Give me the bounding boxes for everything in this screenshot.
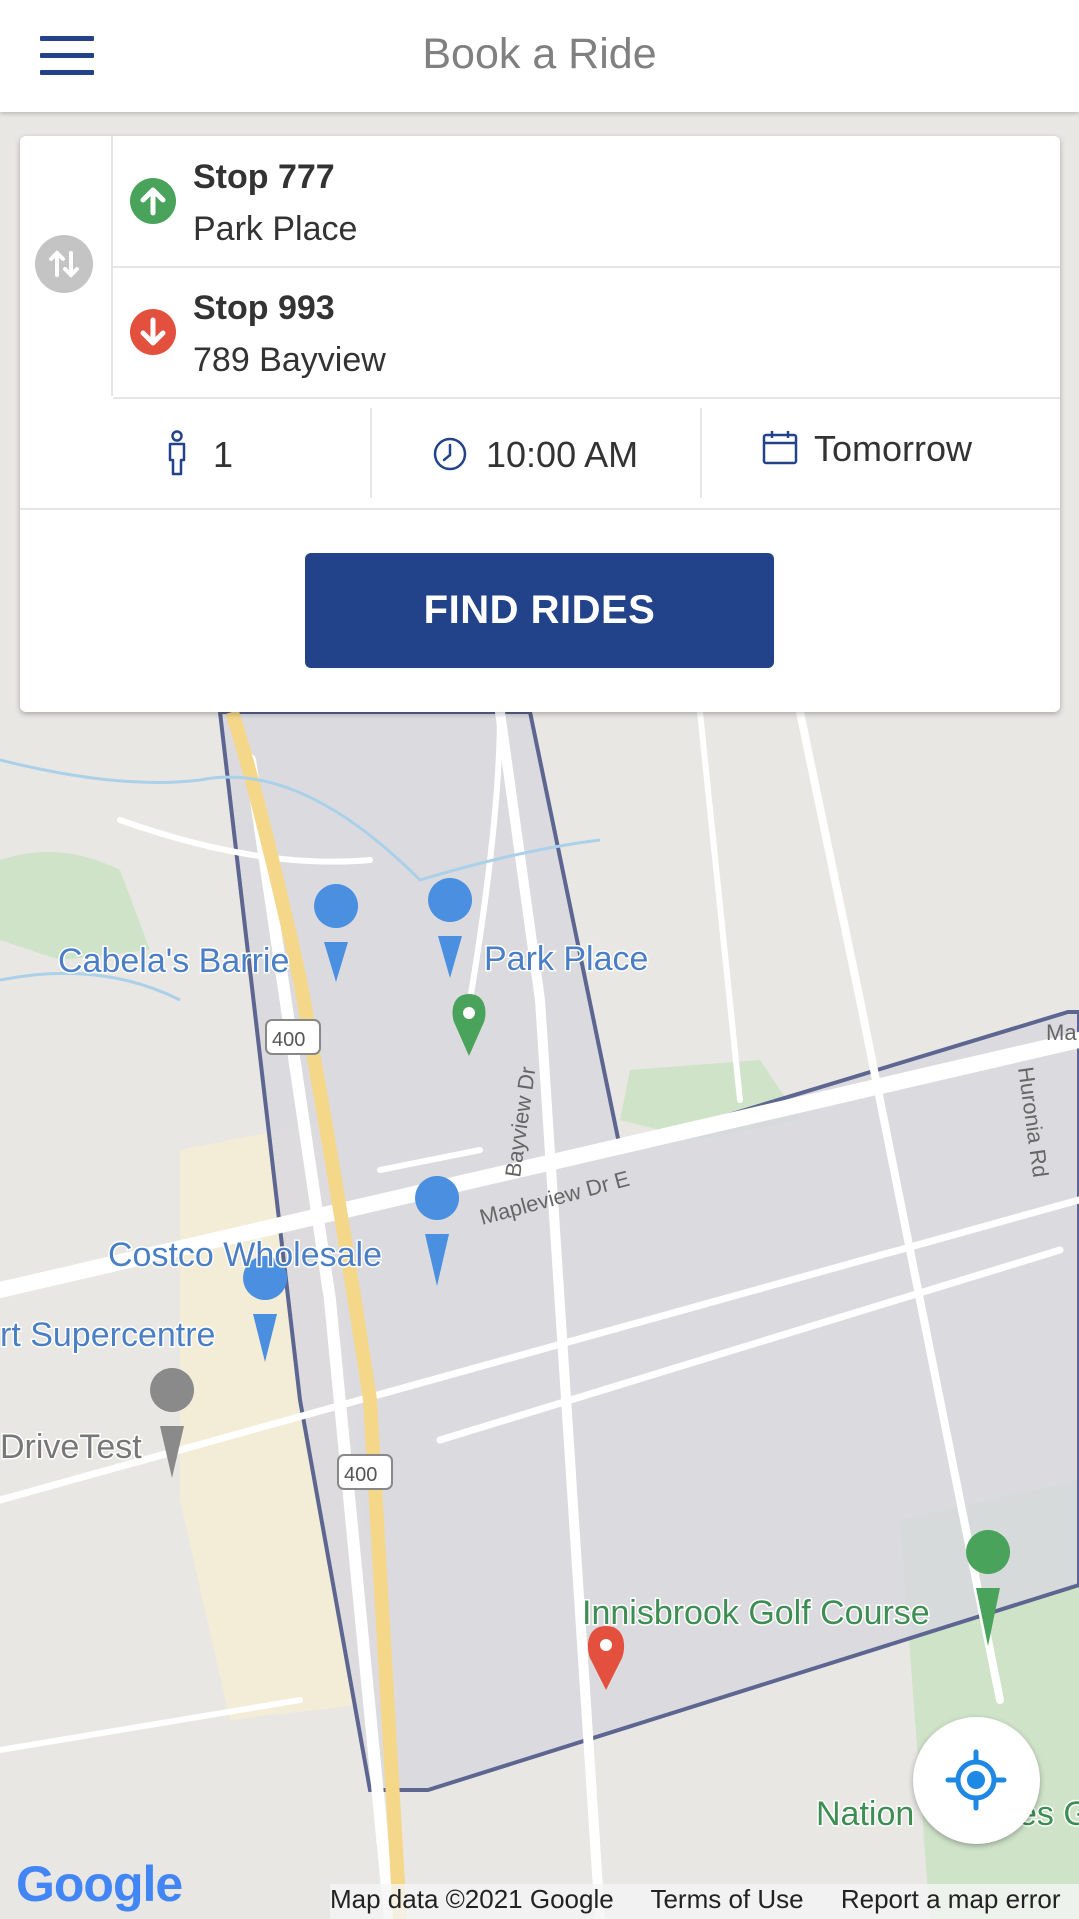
place-label-cabelas[interactable]: Cabela's Barrie (57, 941, 291, 982)
report-map-error-link[interactable]: Report a map error (841, 1884, 1061, 1914)
terms-of-use-link[interactable]: Terms of Use (650, 1884, 803, 1914)
dropoff-arrow-down-icon (130, 309, 176, 355)
place-label-drivetest[interactable]: DriveTest (0, 1427, 144, 1468)
find-rides-button[interactable]: FIND RIDES (305, 553, 774, 668)
trip-options-bar: 1 10:00 AM Tomorrow (20, 398, 1060, 510)
map-data-text: Map data ©2021 Google (330, 1884, 614, 1914)
google-logo: Google (16, 1855, 183, 1913)
highway-shield-icon: 400 (337, 1454, 393, 1490)
map-attribution: Map data ©2021 Google Terms of Use Repor… (330, 1884, 1079, 1919)
highway-label-bottom: 400 (344, 1464, 377, 1486)
date-selector[interactable]: Tomorrow (702, 398, 1060, 508)
clock-icon (433, 437, 467, 471)
swap-icon (49, 250, 79, 278)
date-value: Tomorrow (814, 428, 973, 469)
pickup-stop-row[interactable]: Stop 777 Park Place (113, 136, 1060, 268)
booking-card: Stop 777 Park Place Stop 993 789 Bayview… (20, 136, 1060, 712)
time-value: 10:00 AM (486, 434, 639, 475)
dropoff-stop-row[interactable]: Stop 993 789 Bayview (113, 267, 1060, 399)
place-label-costco[interactable]: Costco Wholesale (107, 1235, 384, 1276)
highway-label-top: 400 (272, 1029, 305, 1051)
place-label-supercentre[interactable]: rt Supercentre (0, 1315, 217, 1356)
pickup-arrow-up-icon (130, 178, 176, 224)
calendar-icon (762, 431, 798, 465)
place-label-park-place[interactable]: Park Place (483, 939, 650, 980)
my-location-button[interactable] (913, 1717, 1040, 1844)
time-selector[interactable]: 10:00 AM (372, 398, 700, 508)
passenger-count-value: 1 (213, 434, 234, 475)
swap-stops-button[interactable] (35, 235, 93, 293)
pickup-stop-name: Stop 777 (193, 158, 335, 196)
road-label-ma: Ma (1046, 1020, 1077, 1045)
crosshair-icon (945, 1749, 1007, 1811)
place-label-national[interactable]: Nation (815, 1794, 916, 1835)
dropoff-stop-name: Stop 993 (193, 289, 335, 327)
app-bar: Book a Ride (0, 0, 1079, 112)
dropoff-stop-address: 789 Bayview (193, 341, 386, 379)
highway-shield-icon: 400 (265, 1019, 321, 1055)
passenger-count-selector[interactable]: 1 (20, 398, 370, 508)
pickup-stop-address: Park Place (193, 210, 358, 248)
person-icon (168, 430, 186, 476)
google-logo-text: Google (16, 1856, 183, 1912)
page-title: Book a Ride (422, 30, 657, 78)
swap-column (20, 136, 113, 396)
place-label-innisbrook[interactable]: Innisbrook Golf Course (581, 1593, 932, 1634)
